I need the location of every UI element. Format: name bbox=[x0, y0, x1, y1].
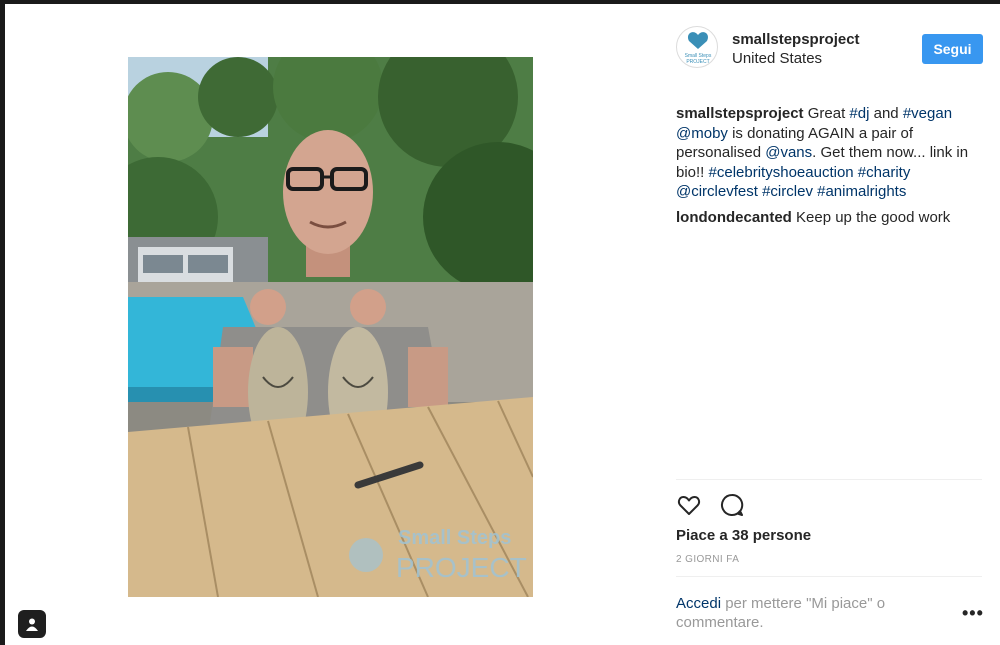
watermark-line2: PROJECT bbox=[396, 552, 527, 583]
caption-username[interactable]: smallstepsproject bbox=[676, 105, 804, 122]
mention-link[interactable]: @circlevfest bbox=[676, 183, 758, 200]
hashtag-link[interactable]: #vegan bbox=[903, 105, 952, 122]
post-dialog: Small Steps PROJECT Small Steps PROJECT … bbox=[0, 0, 1000, 645]
like-button[interactable] bbox=[676, 492, 702, 518]
avatar[interactable]: Small Steps PROJECT bbox=[676, 26, 718, 68]
mention-link[interactable]: @moby bbox=[676, 125, 728, 142]
post-header: Small Steps PROJECT smallstepsproject Un… bbox=[676, 24, 986, 74]
caption: smallstepsproject Great #dj and #vegan @… bbox=[676, 104, 986, 202]
post-username[interactable]: smallstepsproject bbox=[732, 31, 860, 48]
comment-button[interactable] bbox=[719, 492, 745, 518]
user-tag-button[interactable] bbox=[18, 610, 46, 638]
hashtag-link[interactable]: #charity bbox=[858, 164, 911, 181]
watermark-line1: Small Steps bbox=[398, 527, 511, 549]
post-timestamp[interactable]: 2 GIORNI FA bbox=[676, 554, 739, 565]
post-location[interactable]: United States bbox=[732, 50, 822, 67]
caption-text: Great bbox=[803, 105, 850, 122]
post-photo[interactable]: Small Steps PROJECT bbox=[128, 57, 533, 597]
hashtag-link[interactable]: #celebrityshoeauction bbox=[709, 164, 854, 181]
speech-bubble-icon bbox=[721, 493, 744, 516]
hashtag-link[interactable]: #animalrights bbox=[817, 183, 906, 200]
action-bar bbox=[676, 492, 776, 518]
follow-button[interactable]: Segui bbox=[922, 34, 983, 64]
likes-count[interactable]: Piace a 38 persone bbox=[676, 527, 811, 544]
divider bbox=[676, 576, 982, 577]
heart-icon bbox=[677, 496, 701, 515]
divider bbox=[676, 479, 982, 480]
comment-item: londondecanted Keep up the good work bbox=[676, 208, 986, 228]
comment-username[interactable]: londondecanted bbox=[676, 209, 792, 226]
comment-text: Keep up the good work bbox=[791, 208, 951, 226]
more-options-button[interactable]: ••• bbox=[962, 604, 986, 622]
avatar-text-2: PROJECT bbox=[686, 59, 709, 65]
comments-list: smallstepsproject Great #dj and #vegan @… bbox=[676, 104, 986, 233]
login-prompt: Accedi per mettere "Mi piace" o commenta… bbox=[676, 594, 946, 632]
person-icon bbox=[26, 618, 38, 631]
hashtag-link[interactable]: #dj bbox=[849, 105, 869, 122]
hashtag-link[interactable]: #circlev bbox=[762, 183, 813, 200]
caption-text: and bbox=[869, 105, 903, 122]
login-link[interactable]: Accedi bbox=[676, 595, 721, 612]
small-steps-logo-icon: Small Steps PROJECT bbox=[685, 32, 712, 65]
mention-link[interactable]: @vans bbox=[765, 144, 812, 161]
post-details-panel: Small Steps PROJECT smallstepsproject Un… bbox=[676, 4, 986, 645]
